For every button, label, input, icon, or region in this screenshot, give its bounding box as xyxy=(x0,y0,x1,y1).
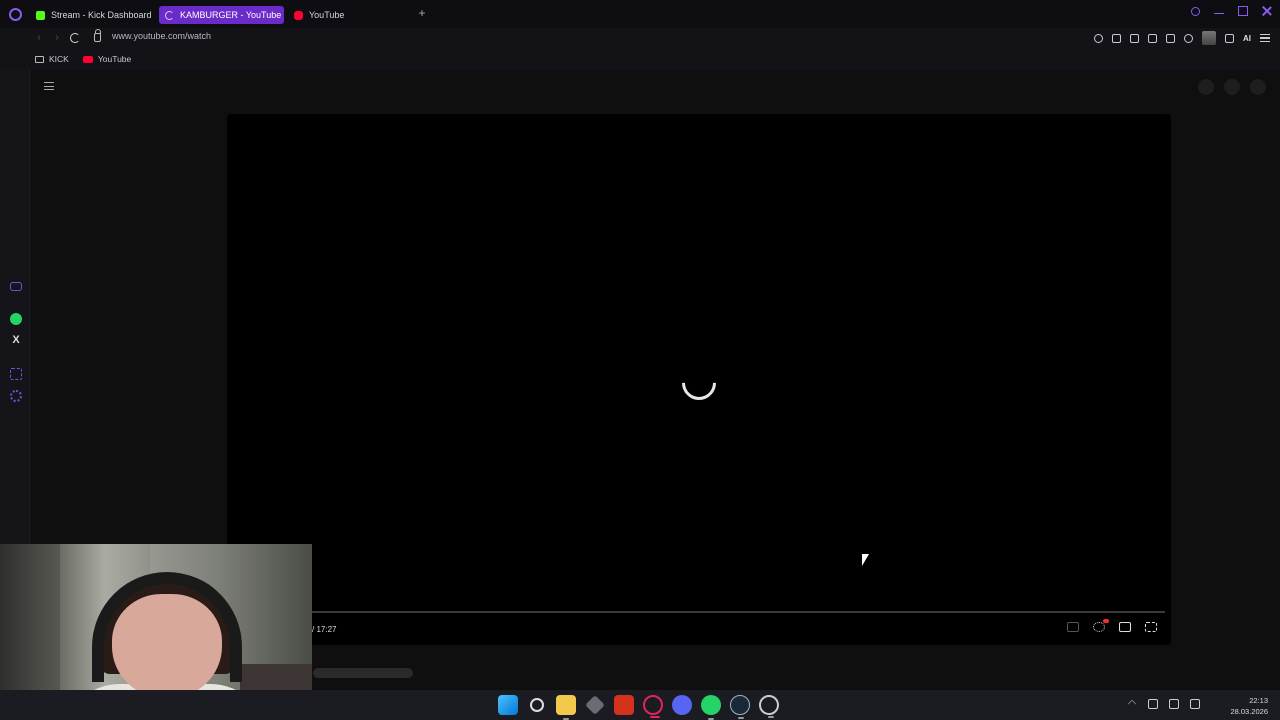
address-bar-row: ‹ › www.youtube.com/watch AI xyxy=(0,28,1280,48)
obs-icon[interactable] xyxy=(759,695,779,718)
subtitles-icon[interactable] xyxy=(1067,622,1079,632)
guide-menu-icon[interactable] xyxy=(44,82,54,90)
tab-label: YouTube xyxy=(309,10,345,20)
whatsapp-icon[interactable] xyxy=(10,313,22,325)
tab-label: Stream - Kick Dashboard xyxy=(51,10,152,20)
tab-search-icon[interactable] xyxy=(1191,6,1200,16)
clock-date: 28.03.2026 xyxy=(1230,707,1268,716)
snapshot-icon[interactable] xyxy=(1130,33,1139,43)
kick-icon xyxy=(36,10,45,20)
url-field[interactable]: www.youtube.com/watch xyxy=(112,31,211,41)
forward-icon[interactable]: › xyxy=(51,32,63,44)
clock-time: 22:13 xyxy=(1249,696,1268,705)
tab-label: KAMBURGER - YouTube xyxy=(180,10,282,20)
time-display: / 17:27 xyxy=(312,625,337,634)
taskbar-apps xyxy=(498,695,779,720)
lock-icon[interactable] xyxy=(94,29,101,42)
player-controls-right xyxy=(1067,619,1157,632)
pin-icon[interactable] xyxy=(1112,33,1121,43)
system-clock[interactable]: 22:13 28.03.2026 xyxy=(1230,695,1268,717)
theater-mode-icon[interactable] xyxy=(1119,622,1131,632)
loading-spinner-icon xyxy=(165,10,174,20)
profile-avatar[interactable] xyxy=(1202,31,1216,45)
whatsapp-icon[interactable] xyxy=(701,695,721,720)
extensions-icon[interactable] xyxy=(10,368,22,380)
tab-youtube[interactable]: YouTube xyxy=(288,6,350,24)
maximize-icon[interactable] xyxy=(1238,6,1248,16)
file-explorer-icon[interactable] xyxy=(556,695,576,720)
bookmark-label: YouTube xyxy=(97,54,132,64)
amd-icon[interactable] xyxy=(614,695,634,715)
search-icon[interactable] xyxy=(530,698,544,712)
fullscreen-icon[interactable] xyxy=(1145,622,1157,632)
youtube-icon xyxy=(82,55,93,63)
bookmark-youtube[interactable]: YouTube xyxy=(82,54,132,64)
youtube-icon xyxy=(294,10,303,20)
volume-icon[interactable] xyxy=(1190,699,1200,709)
desktop: Stream - Kick Dashboard KAMBURGER - YouT… xyxy=(0,0,1280,720)
chevron-up-icon[interactable] xyxy=(1127,699,1137,709)
tab-kick-dashboard[interactable]: Stream - Kick Dashboard xyxy=(30,6,158,24)
browser-toolbar: AI xyxy=(1094,31,1270,45)
opera-icon[interactable] xyxy=(643,695,663,718)
title-placeholder xyxy=(313,668,413,678)
account-avatar-placeholder[interactable] xyxy=(1250,79,1266,95)
windows-start-icon[interactable] xyxy=(498,695,518,715)
easy-setup-menu-icon[interactable] xyxy=(1260,34,1270,42)
video-player[interactable]: / 17:27 xyxy=(227,114,1171,645)
network-icon[interactable] xyxy=(1169,699,1179,709)
opera-menu-icon[interactable] xyxy=(9,8,22,21)
microphone-icon[interactable] xyxy=(1148,699,1158,709)
masthead-buttons xyxy=(1198,79,1266,95)
back-icon[interactable]: ‹ xyxy=(33,32,45,44)
minimize-icon[interactable] xyxy=(1214,8,1224,14)
gaming-icon[interactable] xyxy=(10,282,22,291)
stop-loading-icon[interactable] xyxy=(70,33,80,43)
steam-icon[interactable] xyxy=(730,695,750,719)
tab-kamburger-youtube[interactable]: KAMBURGER - YouTube xyxy=(159,6,284,24)
bookmark-kick[interactable]: KICK xyxy=(35,54,69,64)
new-tab-button[interactable]: + xyxy=(416,7,428,20)
settings-gear-icon[interactable] xyxy=(1093,619,1109,632)
cube-icon[interactable] xyxy=(585,695,605,715)
zoom-icon[interactable] xyxy=(1094,33,1103,43)
bookmarks-bar: KICK YouTube xyxy=(0,48,1280,70)
heart-icon[interactable] xyxy=(1184,33,1193,43)
folder-icon xyxy=(35,55,44,63)
browser-tab-strip: Stream - Kick Dashboard KAMBURGER - YouT… xyxy=(0,0,1280,28)
play-icon[interactable] xyxy=(1166,33,1175,43)
bookmark-label: KICK xyxy=(49,54,69,64)
discord-icon[interactable] xyxy=(672,695,692,715)
close-icon[interactable] xyxy=(1262,6,1272,16)
x-twitter-icon[interactable]: X xyxy=(10,334,22,346)
window-controls xyxy=(1191,6,1272,16)
video-progress-bar[interactable] xyxy=(237,611,1165,613)
download-icon[interactable] xyxy=(1225,33,1234,43)
create-button-placeholder[interactable] xyxy=(1198,79,1214,95)
system-tray xyxy=(1127,699,1200,709)
adblock-shield-icon[interactable] xyxy=(1148,33,1157,43)
mouse-cursor-icon xyxy=(862,554,869,566)
notifications-button-placeholder[interactable] xyxy=(1224,79,1240,95)
aria-ai-button[interactable]: AI xyxy=(1243,34,1251,43)
windows-taskbar: 22:13 28.03.2026 xyxy=(0,690,1280,720)
loading-spinner-icon xyxy=(674,358,724,408)
settings-icon[interactable] xyxy=(10,390,22,402)
